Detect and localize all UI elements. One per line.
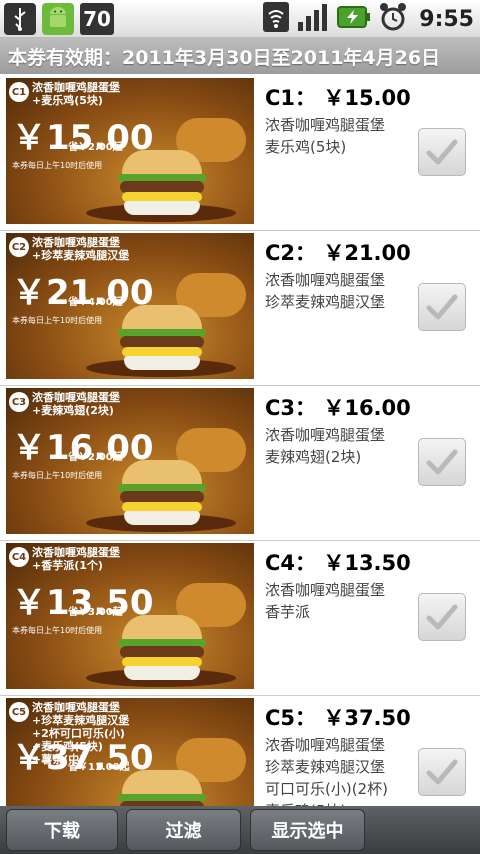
clock-time: 9:55 <box>419 6 474 32</box>
burger-illustration <box>116 150 208 220</box>
coupon-code-badge: C4 <box>9 547 29 567</box>
coupon-image-note: 本券每日上午10时后使用 <box>12 161 103 170</box>
signal-icon <box>297 2 329 36</box>
coupon-image: C4 浓香咖喱鸡腿蛋堡 +香芋派(1个) ￥13.50 省￥3.00起 本券每日上午10… <box>6 543 254 689</box>
coupon-select-checkbox[interactable] <box>418 593 466 641</box>
wifi-icon <box>263 2 290 36</box>
validity-header: 本券有效期：2011年3月30日至2011年4月26日 <box>0 38 480 74</box>
show-selected-button[interactable]: 显示选中 <box>250 809 365 851</box>
coupon-image-saving: 省￥3.00起 <box>68 607 123 618</box>
notification-badge: 70 <box>80 3 114 35</box>
checkmark-icon <box>426 449 458 475</box>
coupon-code-badge: C1 <box>9 82 29 102</box>
coupon-select-checkbox[interactable] <box>418 283 466 331</box>
burger-illustration <box>116 460 208 530</box>
status-bar: 70 9:55 <box>0 0 480 38</box>
coupon-image-title: 浓香咖喱鸡腿蛋堡 +香芋派(1个) <box>32 546 120 572</box>
coupon-description: 浓香咖喱鸡腿蛋堡 麦乐鸡(5块) <box>265 116 386 156</box>
coupon-image: C1 浓香咖喱鸡腿蛋堡 +麦乐鸡(5块) ￥15.00 省￥2.00起 本券每日上午10… <box>6 78 254 224</box>
coupon-image-note: 本券每日上午10时后使用 <box>12 626 103 635</box>
coupon-code-badge: C3 <box>9 392 29 412</box>
usb-icon <box>4 3 36 35</box>
coupon-image-note: 本券每日上午10时后使用 <box>12 471 103 480</box>
coupon-code-badge: C2 <box>9 237 29 257</box>
alarm-icon <box>379 2 407 36</box>
download-button[interactable]: 下载 <box>6 809 118 851</box>
checkmark-icon <box>426 139 458 165</box>
coupon-image-title: 浓香咖喱鸡腿蛋堡 +珍萃麦辣鸡腿汉堡 <box>32 236 130 262</box>
burger-illustration <box>116 305 208 375</box>
coupon-title: C5： ￥37.50 <box>265 706 411 730</box>
coupon-description: 浓香咖喱鸡腿蛋堡 香芋派 <box>265 581 386 621</box>
coupon-description: 浓香咖喱鸡腿蛋堡 珍萃麦辣鸡腿汉堡 <box>265 271 386 311</box>
coupon-row[interactable]: C4 浓香咖喱鸡腿蛋堡 +香芋派(1个) ￥13.50 省￥3.00起 本券每日上午10… <box>0 541 480 696</box>
coupon-image: C3 浓香咖喱鸡腿蛋堡 +麦辣鸡翅(2块) ￥16.00 省￥2.00起 本券每日上午1… <box>6 388 254 534</box>
coupon-image-note: 本券每日上午10时后使用 <box>12 316 103 325</box>
coupon-select-checkbox[interactable] <box>418 438 466 486</box>
burger-illustration <box>116 615 208 685</box>
coupon-image-saving: 省￥2.00起 <box>68 142 123 153</box>
coupon-row[interactable]: C5 浓香咖喱鸡腿蛋堡 +珍萃麦辣鸡腿汉堡 +2杯可口可乐(小) +麦乐鸡(5块)… <box>0 696 480 806</box>
bottom-action-bar: 下载 过滤 显示选中 <box>0 806 480 854</box>
coupon-code-badge: C5 <box>9 702 29 722</box>
battery-charging-icon <box>337 5 371 33</box>
coupon-select-checkbox[interactable] <box>418 128 466 176</box>
filter-button[interactable]: 过滤 <box>126 809 241 851</box>
coupon-row[interactable]: C2 浓香咖喱鸡腿蛋堡 +珍萃麦辣鸡腿汉堡 ￥21.00 省￥4.00起 本券每日上午1… <box>0 231 480 386</box>
checkmark-icon <box>426 759 458 785</box>
coupon-row[interactable]: C1 浓香咖喱鸡腿蛋堡 +麦乐鸡(5块) ￥15.00 省￥2.00起 本券每日上午10… <box>0 76 480 231</box>
burger-illustration <box>116 770 208 806</box>
coupon-image-title: 浓香咖喱鸡腿蛋堡 +麦乐鸡(5块) <box>32 81 120 107</box>
coupon-title: C3： ￥16.00 <box>265 396 411 420</box>
coupon-title: C1： ￥15.00 <box>265 86 411 110</box>
status-bar-notifications: 70 <box>4 3 114 35</box>
status-bar-system: 9:55 <box>263 2 474 36</box>
coupon-image-saving: 省￥4.00起 <box>68 297 123 308</box>
coupon-description: 浓香咖喱鸡腿蛋堡 珍萃麦辣鸡腿汉堡 可口可乐(小)(2杯) 麦乐鸡(5块) <box>265 736 388 806</box>
coupon-image-saving: 省￥2.00起 <box>68 452 123 463</box>
checkmark-icon <box>426 294 458 320</box>
coupon-title: C4： ￥13.50 <box>265 551 411 575</box>
coupon-image-title: 浓香咖喱鸡腿蛋堡 +麦辣鸡翅(2块) <box>32 391 120 417</box>
coupon-description: 浓香咖喱鸡腿蛋堡 麦辣鸡翅(2块) <box>265 426 386 466</box>
coupon-list[interactable]: C1 浓香咖喱鸡腿蛋堡 +麦乐鸡(5块) ￥15.00 省￥2.00起 本券每日上午10… <box>0 76 480 806</box>
coupon-image: C5 浓香咖喱鸡腿蛋堡 +珍萃麦辣鸡腿汉堡 +2杯可口可乐(小) +麦乐鸡(5块)… <box>6 698 254 806</box>
coupon-title: C2： ￥21.00 <box>265 241 411 265</box>
coupon-select-checkbox[interactable] <box>418 748 466 796</box>
android-debug-icon <box>42 3 74 35</box>
checkmark-icon <box>426 604 458 630</box>
coupon-row[interactable]: C3 浓香咖喱鸡腿蛋堡 +麦辣鸡翅(2块) ￥16.00 省￥2.00起 本券每日上午1… <box>0 386 480 541</box>
coupon-image: C2 浓香咖喱鸡腿蛋堡 +珍萃麦辣鸡腿汉堡 ￥21.00 省￥4.00起 本券每日上午1… <box>6 233 254 379</box>
